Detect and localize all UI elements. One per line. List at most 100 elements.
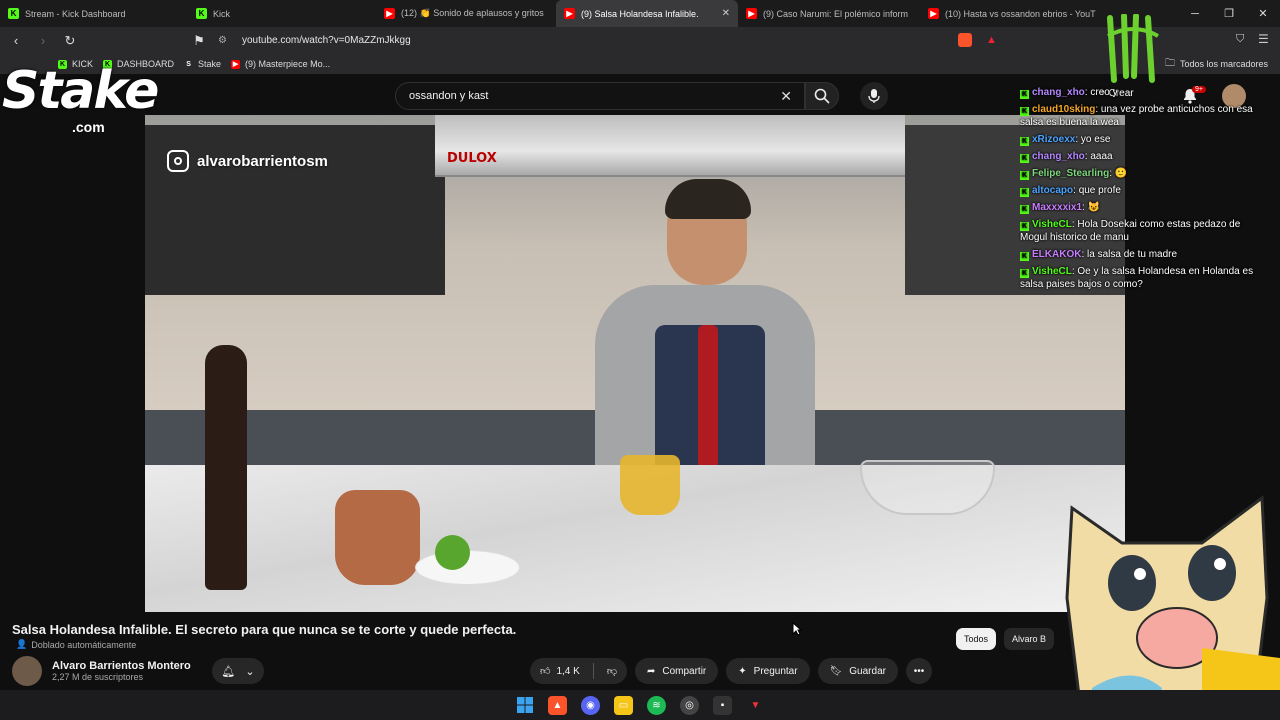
share-label: Compartir xyxy=(662,665,707,677)
clear-search-icon[interactable]: ✕ xyxy=(780,88,792,105)
youtube-icon: ▶ xyxy=(746,8,757,19)
chat-username: altocapo xyxy=(1032,185,1074,196)
youtube-icon: ▶ xyxy=(564,8,575,19)
related-chips: Todos Alvaro B xyxy=(956,628,1055,650)
microphone-icon xyxy=(868,89,880,103)
vpn-icon[interactable]: ⛉ xyxy=(1236,33,1244,46)
tab-label: (10) Hasta vs ossandon ebrios - YouT xyxy=(945,8,1096,19)
brave-rewards-icon[interactable]: ▲ xyxy=(986,34,997,46)
brave-browser-icon[interactable]: ▲ xyxy=(548,695,567,715)
windows-start-icon[interactable] xyxy=(515,696,534,715)
chat-username: chang_xho xyxy=(1032,87,1085,98)
restore-icon[interactable]: ❐ xyxy=(1212,0,1246,27)
minimize-icon[interactable]: ─ xyxy=(1178,0,1212,27)
stake-logo-overlay: Stake .com xyxy=(0,55,180,140)
dubbed-notice: 👤 Doblado automáticamente xyxy=(16,639,136,650)
brave-shield-icon[interactable] xyxy=(958,33,972,47)
youtube-icon: ▶ xyxy=(928,8,939,19)
chip-alvaro[interactable]: Alvaro B xyxy=(1004,628,1055,650)
video-blender xyxy=(698,325,718,475)
tab-kick[interactable]: K Kick xyxy=(188,0,376,27)
file-explorer-icon[interactable]: ▭ xyxy=(614,695,633,715)
share-icon: ➦ xyxy=(646,665,656,677)
bookmark-icon[interactable]: ⚑ xyxy=(188,33,210,49)
discord-icon[interactable]: ◉ xyxy=(581,695,600,715)
chat-message: Kchang_xho: aaaa xyxy=(1020,151,1113,163)
kick-icon: K xyxy=(1020,205,1029,214)
site-settings-icon[interactable]: ⚙ xyxy=(218,35,232,46)
app-icon[interactable]: ▪ xyxy=(713,695,732,715)
kick-icon: K xyxy=(1020,188,1029,197)
search-button[interactable] xyxy=(805,82,839,110)
bookmark-stake[interactable]: S Stake xyxy=(184,59,221,69)
bookmark-masterpiece[interactable]: ▶ (9) Masterpiece Mo... xyxy=(231,59,330,69)
like-button[interactable]: 👍︎ 1,4 K xyxy=(540,665,580,678)
forward-icon[interactable]: › xyxy=(32,33,54,48)
address-bar-row: ‹ › ↻ ⚑ ⚙ youtube.com/watch?v=0MaZZmJkkg… xyxy=(0,27,1280,54)
cat-mascot-overlay xyxy=(1065,495,1280,720)
chat-username: Maxxxxix1 xyxy=(1032,202,1083,213)
search-input[interactable]: ossandon y kast ✕ xyxy=(395,82,805,110)
chip-todos[interactable]: Todos xyxy=(956,628,997,650)
tab-label: (9) Salsa Holandesa Infalible. xyxy=(581,8,699,19)
chat-username: VisheCL xyxy=(1032,219,1072,230)
stream-chat-overlay: Kchang_xho: creo y Kclaud10sking: una ve… xyxy=(1020,86,1265,295)
dislike-button[interactable]: 👎︎ xyxy=(607,665,617,677)
like-count: 1,4 K xyxy=(556,665,580,677)
subscribed-button[interactable]: 🔔︎ ⌄ xyxy=(212,658,264,684)
chat-message: K VisheCL: Hola Dosekai como estas pedazo… xyxy=(1020,219,1241,243)
channel-name[interactable]: Alvaro Barrientos Montero xyxy=(52,660,191,672)
chat-username: ELKAKOK xyxy=(1032,249,1082,260)
kick-icon: K xyxy=(1020,252,1029,261)
tab-caso-narumi[interactable]: ▶ (9) Caso Narumi: El polémico inform xyxy=(738,0,920,27)
kick-icon: K xyxy=(8,8,19,19)
url-field[interactable]: ⚙ youtube.com/watch?v=0MaZZmJkkgg xyxy=(218,30,1008,51)
app-v-icon[interactable]: ▼ xyxy=(746,696,765,715)
kick-icon: K xyxy=(1020,171,1029,180)
chat-text: yo ese xyxy=(1080,134,1111,145)
thumbs-down-icon: 👎︎ xyxy=(606,666,617,677)
save-button[interactable]: 🔖︎ Guardar xyxy=(817,658,898,684)
bookmarks-bar: K KICK K DASHBOARD S Stake ▶ (9) Masterp… xyxy=(0,54,1280,74)
share-button[interactable]: ➦ Compartir xyxy=(634,658,719,684)
ask-button[interactable]: ✦ Preguntar xyxy=(726,658,810,684)
kick-icon: K xyxy=(1020,269,1029,278)
bookmarks-folder[interactable]: 🗀 Todos los marcadores xyxy=(1165,56,1268,73)
tab-salsa-holandesa[interactable]: ▶ (9) Salsa Holandesa Infalible. ✕ xyxy=(556,0,738,27)
ask-label: Preguntar xyxy=(753,665,798,677)
chat-message: Kaltocapo: que profe xyxy=(1020,185,1121,197)
back-icon[interactable]: ‹ xyxy=(5,33,27,48)
folder-icon: 🗀 xyxy=(1165,57,1175,69)
stake-icon: S xyxy=(186,60,191,68)
kick-icon: K xyxy=(1020,154,1029,163)
more-actions-button[interactable]: ••• xyxy=(905,658,932,684)
chat-text: 😺 xyxy=(1087,202,1101,213)
close-window-icon[interactable]: ✕ xyxy=(1246,0,1280,27)
close-tab-icon[interactable]: ✕ xyxy=(722,8,730,19)
dubbed-text: Doblado automáticamente xyxy=(31,639,137,650)
search-value: ossandon y kast xyxy=(409,90,489,102)
chat-username: xRizoexx xyxy=(1032,134,1076,145)
chat-message: K ELKAKOK: la salsa de tu madre xyxy=(1020,249,1178,261)
kick-icon: K xyxy=(1020,137,1029,146)
channel-avatar[interactable] xyxy=(12,656,42,686)
kick-icon: K xyxy=(1020,90,1029,99)
kick-icon: K xyxy=(196,8,207,19)
tab-aplausos[interactable]: ▶ (12) 👏 Sonido de aplausos y gritos xyxy=(376,0,556,27)
obs-icon[interactable]: ◎ xyxy=(680,695,699,715)
tab-hasta-vs-ossandon[interactable]: ▶ (10) Hasta vs ossandon ebrios - YouT xyxy=(920,0,1105,27)
spotify-icon[interactable]: ≋ xyxy=(647,695,666,715)
stake-logo-suffix: .com xyxy=(72,119,105,135)
video-sauce-jar xyxy=(620,455,680,515)
chat-message: K Felipe_Stearling: 🙂 xyxy=(1020,168,1128,180)
tab-kick-dashboard[interactable]: K Stream - Kick Dashboard xyxy=(0,0,188,27)
chat-message: Kclaud10sking: una vez probe anticuchos … xyxy=(1020,104,1253,128)
video-player[interactable]: DULOX alvarobarrientosm xyxy=(145,115,1125,612)
menu-icon[interactable]: ☰ xyxy=(1258,32,1269,46)
reload-icon[interactable]: ↻ xyxy=(59,33,81,49)
stake-logo-text: Stake xyxy=(2,61,159,121)
save-icon: 🔖︎ xyxy=(829,665,843,677)
save-label: Guardar xyxy=(849,665,886,677)
voice-search-button[interactable] xyxy=(860,82,888,110)
chat-message: K Maxxxxix1: 😺 xyxy=(1020,202,1101,214)
